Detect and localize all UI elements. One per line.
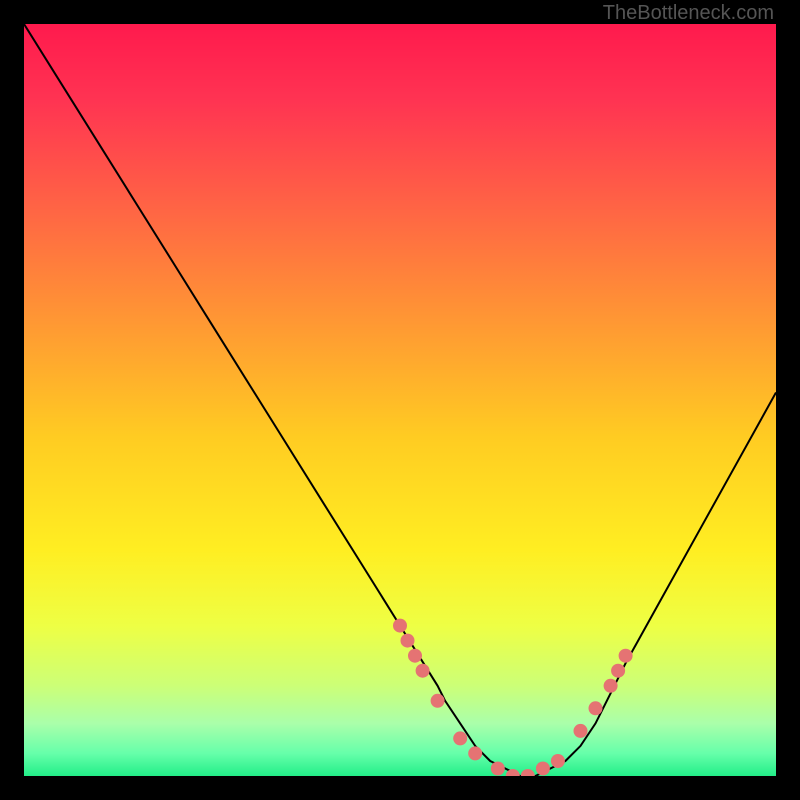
chart-container [24,24,776,776]
marker-dot [589,701,603,715]
bottleneck-curve-line [24,24,776,776]
marker-dot [611,664,625,678]
marker-dot [431,694,445,708]
marker-dot [536,762,550,776]
chart-svg [24,24,776,776]
marker-dot [393,619,407,633]
marker-dot [551,754,565,768]
marker-dot [468,746,482,760]
marker-dot [401,634,415,648]
marker-dot [408,649,422,663]
marker-dot [574,724,588,738]
watermark-text: TheBottleneck.com [603,2,774,25]
marker-dot [521,769,535,776]
marker-dot [619,649,633,663]
marker-dot [491,762,505,776]
marker-dots-group [393,619,633,776]
marker-dot [416,664,430,678]
marker-dot [453,731,467,745]
marker-dot [604,679,618,693]
